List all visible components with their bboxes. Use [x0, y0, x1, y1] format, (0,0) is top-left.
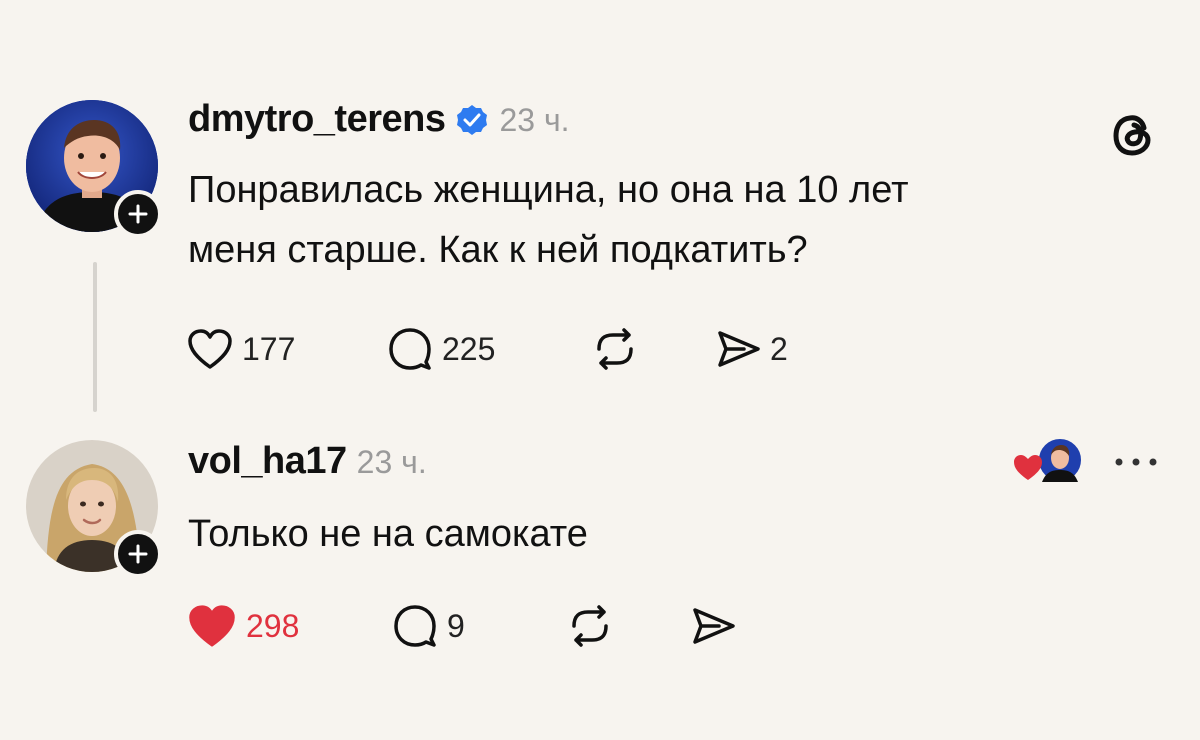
- post-username[interactable]: dmytro_terens: [188, 98, 446, 141]
- reply-header: vol_ha17 23 ч.: [188, 440, 427, 483]
- reply-comment-button[interactable]: 9: [391, 603, 566, 649]
- repost-icon: [597, 328, 633, 370]
- send-icon: [718, 331, 760, 367]
- comment-bubble-icon: [389, 328, 431, 370]
- thread-line: [93, 262, 97, 412]
- share-button[interactable]: 2: [714, 327, 788, 371]
- reply-share-button[interactable]: [689, 604, 737, 648]
- reply-username[interactable]: vol_ha17: [188, 440, 347, 483]
- send-icon: [693, 608, 735, 644]
- repost-icon: [572, 605, 608, 647]
- post-actions: 177 225 2: [186, 326, 788, 372]
- like-button[interactable]: 177: [186, 327, 386, 371]
- post-text-line-2: меня старше. Как к ней подкатить?: [188, 229, 808, 271]
- post-text-line-1: Понравилась женщина, но она на 10 лет: [188, 169, 909, 211]
- repost-button[interactable]: [591, 327, 714, 371]
- more-dots-icon[interactable]: [1112, 455, 1162, 467]
- heart-filled-icon: [189, 605, 235, 647]
- comment-bubble-icon: [394, 605, 436, 647]
- heart-icon: [188, 329, 232, 369]
- liked-by-author-indicator: [1012, 436, 1084, 486]
- follow-plus-button[interactable]: [114, 190, 162, 238]
- comment-button[interactable]: 225: [386, 326, 591, 372]
- post-time: 23 ч.: [499, 102, 570, 138]
- comment-count: 225: [442, 330, 496, 367]
- reply-text: Только не на самокате: [188, 513, 588, 555]
- post-text: Понравилась женщина, но она на 10 лет ме…: [188, 160, 908, 280]
- share-count: 2: [770, 330, 788, 367]
- reply-comment-count: 9: [447, 607, 465, 644]
- reply-like-count: 298: [246, 607, 300, 644]
- like-count: 177: [242, 330, 296, 367]
- post-header: dmytro_terens 23 ч.: [188, 98, 570, 141]
- reply-repost-button[interactable]: [566, 604, 689, 648]
- follow-plus-button[interactable]: [114, 530, 162, 578]
- verified-badge-icon: [455, 103, 489, 137]
- reply-actions: 298 9: [186, 602, 737, 650]
- reply-time: 23 ч.: [356, 444, 427, 480]
- threads-logo-icon[interactable]: [1108, 110, 1158, 160]
- reply-like-button[interactable]: 298: [186, 602, 391, 650]
